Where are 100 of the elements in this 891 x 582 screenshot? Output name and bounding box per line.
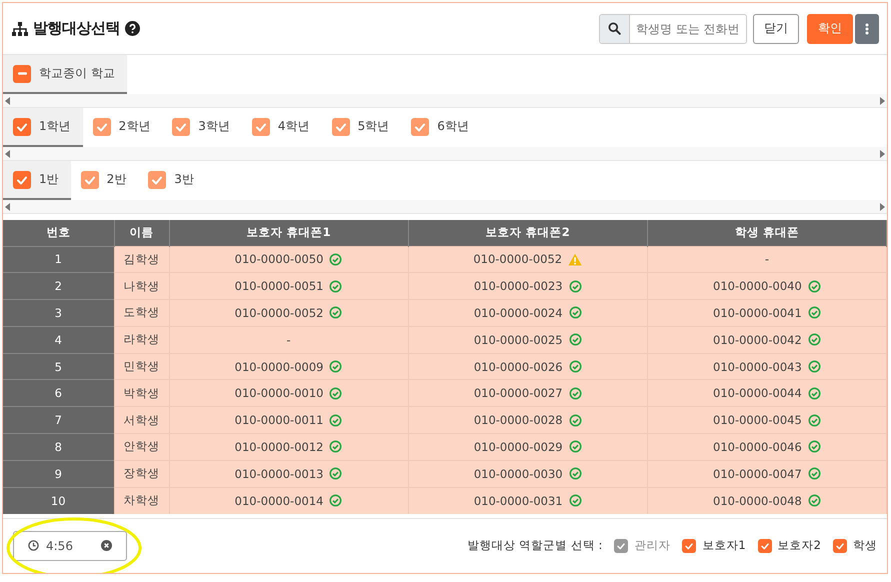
phone-number: 010-0000-0040 bbox=[713, 279, 802, 294]
scroll-left-icon[interactable] bbox=[5, 202, 11, 210]
checkbox[interactable] bbox=[332, 118, 350, 136]
phone-number: 010-0000-0050 bbox=[234, 252, 324, 266]
phone-number: 010-0000-0047 bbox=[713, 466, 802, 481]
scroll-right-icon[interactable] bbox=[879, 150, 885, 158]
school-tab[interactable]: 학교종이 학교 bbox=[3, 55, 127, 94]
table-cell: 9 bbox=[3, 460, 114, 488]
table-cell: 서학생 bbox=[114, 406, 169, 434]
role-checkbox[interactable]: 보호자2 bbox=[758, 538, 821, 554]
minus-icon bbox=[18, 72, 26, 75]
timer-value: 4:56 bbox=[46, 538, 73, 553]
checkbox[interactable] bbox=[80, 170, 99, 188]
grade-tab[interactable]: 5학년 bbox=[322, 108, 402, 147]
grade-tab[interactable]: 4학년 bbox=[242, 108, 322, 147]
table-cell: 10 bbox=[3, 487, 114, 514]
role-label: 발행대상 역할군별 선택 : bbox=[468, 538, 602, 554]
table-cell: 4 bbox=[3, 326, 114, 354]
table-cell: 2 bbox=[3, 272, 114, 300]
table-cell: 안학생 bbox=[114, 434, 169, 460]
scrollbar[interactable] bbox=[3, 94, 887, 108]
phone-number: 010-0000-0012 bbox=[234, 440, 324, 454]
dialog-title: 발행대상선택 bbox=[33, 19, 120, 38]
column-header: 이름 bbox=[114, 220, 169, 246]
phone-number: 010-0000-0025 bbox=[474, 332, 563, 347]
scrollbar[interactable] bbox=[3, 200, 887, 214]
table-cell: 차학생 bbox=[114, 487, 169, 514]
table-cell: 3 bbox=[3, 300, 114, 326]
phone-number: 010-0000-0023 bbox=[474, 279, 563, 294]
scroll-right-icon[interactable] bbox=[879, 202, 885, 210]
class-tab[interactable]: 3반 bbox=[138, 161, 206, 200]
phone-number: 010-0000-0044 bbox=[713, 386, 802, 400]
table-cell: 5 bbox=[3, 353, 114, 380]
help-icon bbox=[125, 21, 140, 36]
phone-number: 010-0000-0013 bbox=[234, 466, 324, 481]
class-tab[interactable]: 2반 bbox=[70, 161, 138, 200]
phone-number: 010-0000-0011 bbox=[234, 413, 324, 428]
checkbox[interactable] bbox=[411, 118, 430, 136]
phone-number: 010-0000-0045 bbox=[713, 413, 802, 428]
table-cell: 도학생 bbox=[114, 300, 169, 326]
sitemap-icon bbox=[12, 22, 28, 36]
grade-tab[interactable]: 6학년 bbox=[401, 108, 481, 147]
table-cell: 장학생 bbox=[114, 460, 169, 488]
role-checkbox[interactable]: 학생 bbox=[833, 538, 877, 554]
checkbox[interactable] bbox=[148, 170, 166, 188]
grade-tab[interactable]: 1학년 bbox=[3, 108, 83, 147]
table-cell: 7 bbox=[3, 406, 114, 434]
phone-number: 010-0000-0052 bbox=[473, 252, 562, 266]
class-tab[interactable]: 1반 bbox=[3, 161, 71, 200]
checkbox[interactable] bbox=[92, 118, 111, 136]
phone-number: - bbox=[286, 332, 291, 347]
phone-number: - bbox=[764, 252, 769, 266]
phone-number: 010-0000-0010 bbox=[234, 386, 324, 400]
clear-icon bbox=[101, 540, 112, 552]
search-field[interactable]: 학생명 또는 전화번 bbox=[599, 14, 747, 44]
table-cell: 민학생 bbox=[114, 353, 169, 380]
phone-number: 010-0000-0014 bbox=[234, 494, 324, 508]
checkbox[interactable] bbox=[252, 118, 270, 136]
grade-tab[interactable]: 3학년 bbox=[162, 108, 242, 147]
more-button[interactable] bbox=[855, 14, 879, 44]
phone-number: 010-0000-0042 bbox=[713, 332, 802, 347]
table-cell: 나학생 bbox=[114, 272, 169, 300]
phone-number: 010-0000-0028 bbox=[474, 413, 563, 428]
scroll-left-icon[interactable] bbox=[5, 96, 11, 104]
phone-number: 010-0000-0052 bbox=[234, 306, 324, 320]
phone-number: 010-0000-0029 bbox=[474, 440, 563, 454]
column-header: 번호 bbox=[3, 220, 114, 246]
table-cell: 8 bbox=[3, 434, 114, 460]
scroll-right-icon[interactable] bbox=[879, 96, 885, 104]
checkbox[interactable] bbox=[13, 64, 31, 82]
checkbox[interactable] bbox=[13, 118, 31, 136]
phone-number: 010-0000-0041 bbox=[713, 306, 802, 320]
scrollbar[interactable] bbox=[3, 147, 887, 161]
table-cell: 6 bbox=[3, 380, 114, 407]
phone-number: 010-0000-0051 bbox=[234, 279, 324, 294]
table-cell: 김학생 bbox=[114, 246, 169, 273]
clock-icon bbox=[28, 540, 39, 552]
column-header: 보호자 휴대폰2 bbox=[408, 220, 648, 246]
phone-number: 010-0000-0046 bbox=[713, 440, 802, 454]
table-cell: 박학생 bbox=[114, 380, 169, 407]
scroll-left-icon[interactable] bbox=[5, 150, 11, 158]
table-cell: 라학생 bbox=[114, 326, 169, 354]
phone-number: 010-0000-0009 bbox=[234, 360, 324, 374]
phone-number: 010-0000-0031 bbox=[474, 494, 563, 508]
table-cell: 1 bbox=[3, 246, 114, 273]
more-icon bbox=[865, 22, 869, 34]
close-button[interactable]: 닫기 bbox=[753, 14, 799, 44]
grade-tab[interactable]: 2학년 bbox=[82, 108, 162, 147]
role-checkbox[interactable]: 보호자1 bbox=[682, 538, 746, 554]
checkbox[interactable] bbox=[172, 118, 190, 136]
column-header: 보호자 휴대폰1 bbox=[169, 220, 408, 246]
phone-number: 010-0000-0024 bbox=[474, 306, 563, 320]
phone-number: 010-0000-0026 bbox=[474, 360, 563, 374]
checkbox[interactable] bbox=[13, 170, 31, 188]
phone-number: 010-0000-0048 bbox=[713, 494, 802, 508]
phone-number: 010-0000-0027 bbox=[474, 386, 563, 400]
column-header: 학생 휴대폰 bbox=[647, 220, 886, 246]
search-icon bbox=[608, 22, 621, 35]
phone-number: 010-0000-0043 bbox=[713, 360, 802, 374]
phone-number: 010-0000-0030 bbox=[474, 466, 563, 481]
